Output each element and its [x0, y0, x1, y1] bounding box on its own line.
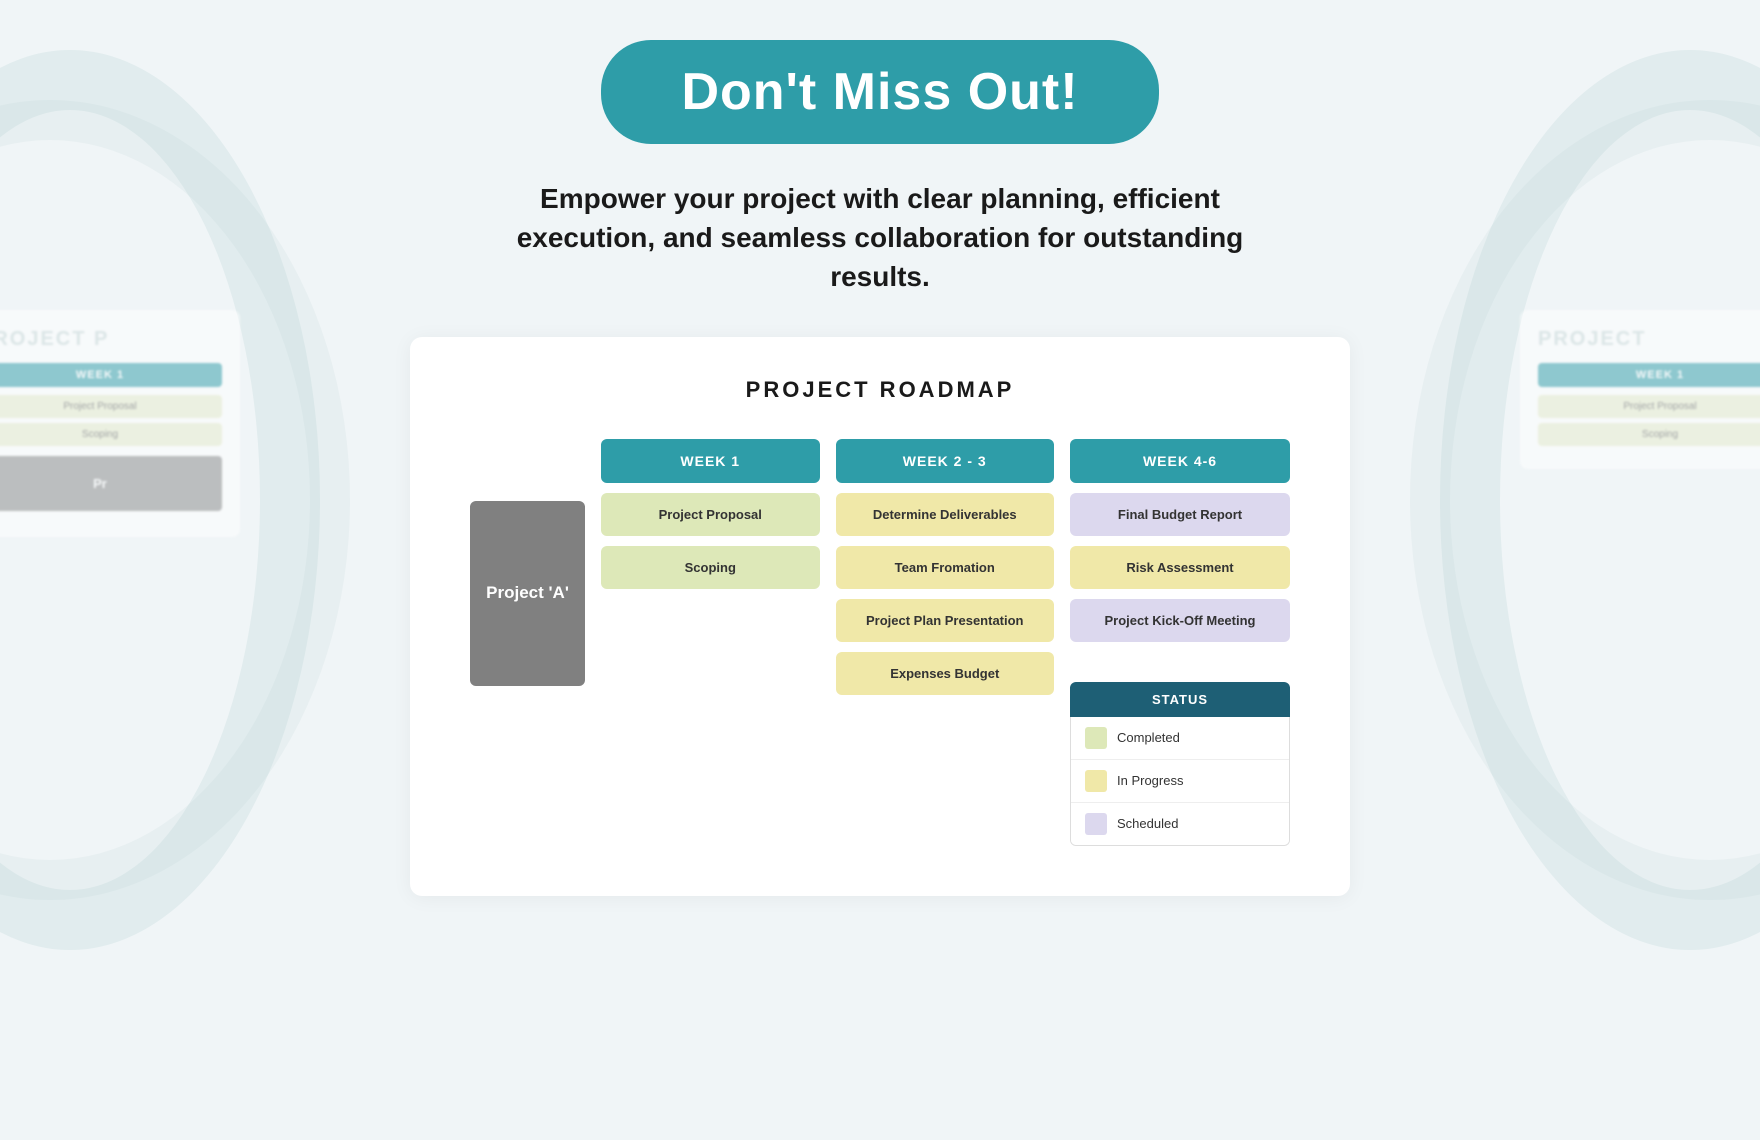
week-2-header: WEEK 2 - 3 — [836, 439, 1055, 483]
week-3-header: WEEK 4-6 — [1070, 439, 1290, 483]
status-dot-inprogress — [1085, 770, 1107, 792]
week-1-header: WEEK 1 — [601, 439, 820, 483]
status-dot-completed — [1085, 727, 1107, 749]
status-items: Completed In Progress Scheduled — [1070, 717, 1290, 846]
project-label-col: Project 'A' — [470, 501, 585, 686]
roadmap-grid: Project 'A' WEEK 1 Project Proposal Scop… — [470, 439, 1290, 846]
status-item-inprogress: In Progress — [1071, 760, 1289, 803]
subtitle: Empower your project with clear planning… — [470, 179, 1290, 297]
hero-button[interactable]: Don't Miss Out! — [601, 40, 1158, 144]
status-item-completed: Completed — [1071, 717, 1289, 760]
task-week2-3: Project Plan Presentation — [836, 599, 1055, 642]
status-item-scheduled: Scheduled — [1071, 803, 1289, 845]
status-dot-scheduled — [1085, 813, 1107, 835]
task-week3-3: Project Kick-Off Meeting — [1070, 599, 1290, 642]
task-week3-2: Risk Assessment — [1070, 546, 1290, 589]
task-week1-2: Scoping — [601, 546, 820, 589]
status-label-inprogress: In Progress — [1117, 773, 1183, 788]
status-label-completed: Completed — [1117, 730, 1180, 745]
week-col-3: WEEK 4-6 Final Budget Report Risk Assess… — [1070, 439, 1290, 846]
week-col-2: WEEK 2 - 3 Determine Deliverables Team F… — [836, 439, 1055, 846]
week-col-1: WEEK 1 Project Proposal Scoping — [601, 439, 820, 846]
task-week2-1: Determine Deliverables — [836, 493, 1055, 536]
weeks-area: WEEK 1 Project Proposal Scoping WEEK 2 -… — [601, 439, 1290, 846]
task-week3-1: Final Budget Report — [1070, 493, 1290, 536]
task-week2-4: Expenses Budget — [836, 652, 1055, 695]
task-week1-1: Project Proposal — [601, 493, 820, 536]
status-header: STATUS — [1070, 682, 1290, 717]
status-label-scheduled: Scheduled — [1117, 816, 1178, 831]
main-content: Don't Miss Out! Empower your project wit… — [0, 0, 1760, 896]
task-week2-2: Team Fromation — [836, 546, 1055, 589]
project-label-box: Project 'A' — [470, 501, 585, 686]
roadmap-title: PROJECT ROADMAP — [470, 377, 1290, 403]
roadmap-card: PROJECT ROADMAP Project 'A' WEEK 1 Proje… — [410, 337, 1350, 896]
status-section: STATUS Completed In Progress — [1070, 682, 1290, 846]
